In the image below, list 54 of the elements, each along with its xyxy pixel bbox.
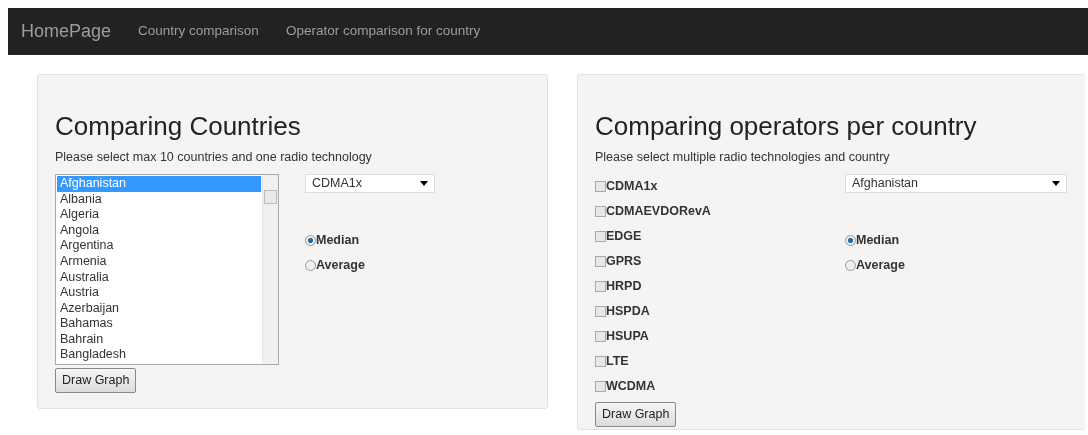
dropdown-value: CDMA1x — [312, 175, 362, 193]
country-option[interactable]: Armenia — [57, 253, 261, 270]
caret-icon — [420, 180, 428, 186]
brand-link[interactable]: HomePage — [21, 18, 112, 45]
radio-label: Median — [856, 232, 900, 250]
radio-label: Median — [316, 232, 360, 250]
dropdown[interactable]: Afghanistan — [845, 173, 1067, 193]
checkbox[interactable] — [595, 180, 606, 192]
checkbox[interactable] — [595, 255, 606, 267]
checkbox-label: CDMA1x — [606, 178, 658, 196]
checkbox[interactable] — [595, 355, 606, 367]
checkbox-label: WCDMA — [606, 378, 656, 396]
checkbox-label: HSPDA — [606, 303, 650, 321]
scrollbar[interactable] — [262, 174, 278, 364]
radio-button[interactable] — [845, 234, 856, 246]
checkbox-label: CDMAEVDORevA — [606, 203, 711, 221]
checkbox-label: HRPD — [606, 278, 642, 296]
checkbox-label: EDGE — [606, 228, 642, 246]
radio-label: Average — [316, 257, 365, 275]
checkbox[interactable] — [595, 205, 606, 217]
panel-title: Comparing operators per country — [595, 111, 978, 143]
country-option[interactable]: Bangladesh — [57, 347, 261, 364]
draw-graph-button[interactable]: Draw Graph — [595, 401, 677, 427]
instruction-text: Please select multiple radio technologies and country — [595, 149, 891, 167]
panel-title: Comparing Countries — [55, 111, 302, 143]
dropdown[interactable]: CDMA1x — [305, 173, 435, 193]
instruction-text: Please select max 10 countries and one radio technology — [55, 149, 373, 167]
checkbox[interactable] — [595, 305, 606, 317]
checkbox[interactable] — [595, 380, 606, 392]
country-option[interactable]: Austria — [57, 285, 261, 301]
country-option[interactable]: Algeria — [57, 207, 261, 223]
country-option[interactable]: Angola — [57, 222, 261, 239]
checkbox-label: HSUPA — [606, 328, 649, 346]
country-listbox[interactable]: Afghanistan Albania Algeria Angola Argentina Armenia Australia Austria Azerbaijan Bahamas Bahrain Bangladesh — [55, 173, 279, 365]
checkbox[interactable] — [595, 230, 606, 242]
country-option[interactable]: Argentina — [57, 238, 261, 254]
checkbox-label: GPRS — [606, 253, 642, 271]
caret-icon — [1052, 180, 1060, 186]
radio-button[interactable] — [305, 259, 316, 271]
nav-link[interactable]: Operator comparison for country — [285, 21, 481, 42]
country-option[interactable]: Bahamas — [57, 316, 261, 332]
country-option[interactable]: Azerbaijan — [57, 300, 261, 317]
checkbox[interactable] — [595, 280, 606, 292]
country-option[interactable]: Albania — [57, 191, 261, 208]
radio-button[interactable] — [305, 234, 316, 246]
dropdown-value: Afghanistan — [852, 175, 919, 193]
checkbox[interactable] — [595, 330, 606, 342]
draw-graph-button[interactable]: Draw Graph — [55, 367, 137, 393]
country-option[interactable]: Bahrain — [57, 331, 261, 348]
checkbox-label: LTE — [606, 353, 629, 371]
radio-button[interactable] — [845, 259, 856, 271]
nav-link[interactable]: Country comparison — [138, 21, 259, 42]
country-option[interactable]: Australia — [57, 269, 261, 286]
radio-label: Average — [856, 257, 905, 275]
